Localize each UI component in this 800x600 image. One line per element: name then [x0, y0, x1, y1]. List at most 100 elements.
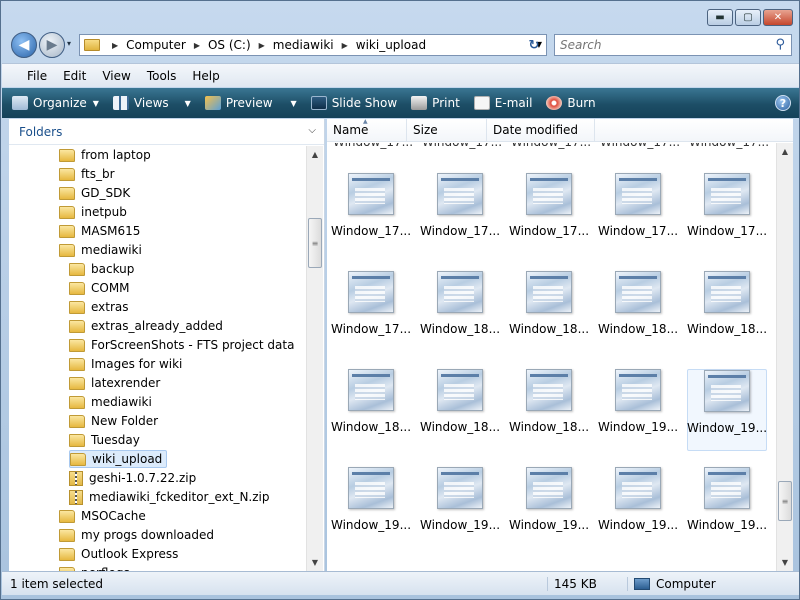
- tree-item[interactable]: latexrender: [69, 374, 160, 392]
- file-thumbnail[interactable]: Window_17...: [331, 173, 411, 255]
- file-thumbnail[interactable]: Window_18...: [687, 271, 767, 353]
- column-name[interactable]: Name: [327, 118, 407, 141]
- tree-item[interactable]: my progs downloaded: [59, 526, 214, 544]
- print-button[interactable]: Print: [411, 96, 460, 110]
- views-button[interactable]: Views ▼: [112, 96, 191, 110]
- search-box[interactable]: ⚲: [554, 34, 792, 56]
- tree-item[interactable]: mediawiki: [69, 393, 152, 411]
- file-thumbnail[interactable]: Window_19...: [420, 467, 500, 549]
- organize-button[interactable]: Organize ▼: [12, 96, 99, 110]
- file-thumbnail[interactable]: Window_17...: [420, 173, 500, 255]
- chevron-down-icon[interactable]: ⌵: [308, 125, 316, 136]
- maximize-button[interactable]: ▢: [735, 9, 761, 26]
- scroll-down-arrow[interactable]: ▼: [307, 554, 323, 571]
- breadcrumb-computer[interactable]: Computer: [126, 38, 186, 52]
- tree-item[interactable]: ForScreenShots - FTS project data: [69, 336, 294, 354]
- tree-item[interactable]: COMM: [69, 279, 130, 297]
- tree-item[interactable]: mediawiki: [59, 241, 142, 259]
- tree-item[interactable]: wiki_upload: [69, 450, 168, 468]
- breadcrumb-mediawiki[interactable]: mediawiki: [273, 38, 334, 52]
- menu-edit[interactable]: Edit: [55, 69, 94, 83]
- file-thumbnail[interactable]: Window_19...: [331, 467, 411, 549]
- command-bar: Organize ▼ Views ▼ Preview ▼ Slide Show …: [2, 88, 799, 118]
- folder-icon: [59, 205, 75, 219]
- file-thumbnail[interactable]: Window_19...: [509, 467, 589, 549]
- tree-item[interactable]: mediawiki_fckeditor_ext_N.zip: [69, 488, 270, 506]
- file-thumbnail[interactable]: Window_18...: [420, 271, 500, 353]
- file-name-label: Window_19...: [686, 421, 768, 435]
- menu-help[interactable]: Help: [184, 69, 227, 83]
- recent-pages-dropdown[interactable]: ▾: [67, 39, 71, 48]
- tree-item[interactable]: extras_already_added: [69, 317, 223, 335]
- file-name-label: Window_19...: [330, 518, 412, 532]
- scroll-down-arrow[interactable]: ▼: [777, 554, 793, 571]
- file-name-label: Window_18...: [419, 420, 501, 434]
- breadcrumb-separator[interactable]: ▶: [194, 41, 200, 50]
- slideshow-button[interactable]: Slide Show: [310, 96, 397, 110]
- tree-item[interactable]: fts_br: [59, 165, 115, 183]
- breadcrumb-wiki-upload[interactable]: wiki_upload: [356, 38, 426, 52]
- tree-item-label: wiki_upload: [92, 452, 163, 466]
- tree-item[interactable]: Images for wiki: [69, 355, 182, 373]
- file-thumbnail[interactable]: Window_18...: [331, 369, 411, 451]
- tree-item[interactable]: inetpub: [59, 203, 127, 221]
- breadcrumb-separator[interactable]: ▶: [259, 41, 265, 50]
- menu-view[interactable]: View: [94, 69, 138, 83]
- partial-file-label: Window_17...: [689, 143, 769, 149]
- tree-item[interactable]: geshi-1.0.7.22.zip: [69, 469, 196, 487]
- file-name-label: Window_17...: [330, 322, 412, 336]
- scroll-up-arrow[interactable]: ▲: [777, 143, 793, 160]
- email-button[interactable]: E-mail: [473, 96, 532, 110]
- breadcrumb-separator[interactable]: ▶: [112, 41, 118, 50]
- tree-item[interactable]: perflogs: [59, 564, 130, 571]
- column-date-modified[interactable]: Date modified: [487, 119, 595, 141]
- file-thumbnail[interactable]: Window_18...: [598, 271, 678, 353]
- scrollbar-thumb[interactable]: ≡: [778, 481, 792, 521]
- scrollbar-thumb[interactable]: ≡: [308, 218, 322, 268]
- address-bar[interactable]: ▶ Computer ▶ OS (C:) ▶ mediawiki ▶ wiki_…: [79, 34, 547, 56]
- file-thumbnail[interactable]: Window_19...: [598, 467, 678, 549]
- file-thumbnail[interactable]: Window_17...: [598, 173, 678, 255]
- refresh-button[interactable]: ↻: [523, 36, 545, 54]
- menu-file[interactable]: File: [19, 69, 55, 83]
- tree-item[interactable]: MASM615: [59, 222, 140, 240]
- help-icon[interactable]: ?: [775, 95, 791, 111]
- minimize-button[interactable]: ▬: [707, 9, 733, 26]
- menu-tools[interactable]: Tools: [139, 69, 185, 83]
- file-thumbnail[interactable]: Window_17...: [687, 173, 767, 255]
- tree-item-label: my progs downloaded: [81, 528, 214, 542]
- tree-item[interactable]: MSOCache: [59, 507, 146, 525]
- preview-button[interactable]: Preview ▼: [204, 96, 297, 110]
- tree-scrollbar[interactable]: ▲ ≡ ▼: [306, 146, 323, 571]
- search-icon[interactable]: ⚲: [775, 37, 785, 52]
- burn-button[interactable]: Burn: [546, 96, 596, 110]
- scroll-up-arrow[interactable]: ▲: [307, 146, 323, 163]
- tree-item[interactable]: from laptop: [59, 146, 151, 164]
- refresh-icon: ↻: [528, 37, 540, 53]
- tree-item[interactable]: backup: [69, 260, 134, 278]
- forward-button[interactable]: ▶: [39, 32, 65, 58]
- tree-item[interactable]: Outlook Express: [59, 545, 178, 563]
- file-thumbnail[interactable]: Window_18...: [509, 369, 589, 451]
- close-button[interactable]: ✕: [763, 9, 793, 26]
- file-thumbnail[interactable]: Window_17...: [509, 173, 589, 255]
- file-thumbnail[interactable]: Window_18...: [509, 271, 589, 353]
- file-thumbnail[interactable]: Window_18...: [420, 369, 500, 451]
- tree-item[interactable]: Tuesday: [69, 431, 140, 449]
- column-size[interactable]: Size: [407, 119, 487, 141]
- breadcrumb-drive[interactable]: OS (C:): [208, 38, 251, 52]
- tree-item[interactable]: extras: [69, 298, 129, 316]
- back-button[interactable]: ◀: [11, 32, 37, 58]
- file-thumbnail[interactable]: Window_19...: [598, 369, 678, 451]
- folder-icon: [59, 528, 75, 542]
- folders-header[interactable]: Folders ⌵: [9, 119, 324, 145]
- tree-item-label: mediawiki: [91, 395, 152, 409]
- file-thumbnail[interactable]: Window_19...: [687, 369, 767, 451]
- search-input[interactable]: [560, 38, 760, 52]
- tree-item[interactable]: New Folder: [69, 412, 158, 430]
- tree-item[interactable]: GD_SDK: [59, 184, 130, 202]
- file-scrollbar[interactable]: ▲ ≡ ▼: [776, 143, 793, 571]
- breadcrumb-separator[interactable]: ▶: [342, 41, 348, 50]
- file-thumbnail[interactable]: Window_19...: [687, 467, 767, 549]
- file-thumbnail[interactable]: Window_17...: [331, 271, 411, 353]
